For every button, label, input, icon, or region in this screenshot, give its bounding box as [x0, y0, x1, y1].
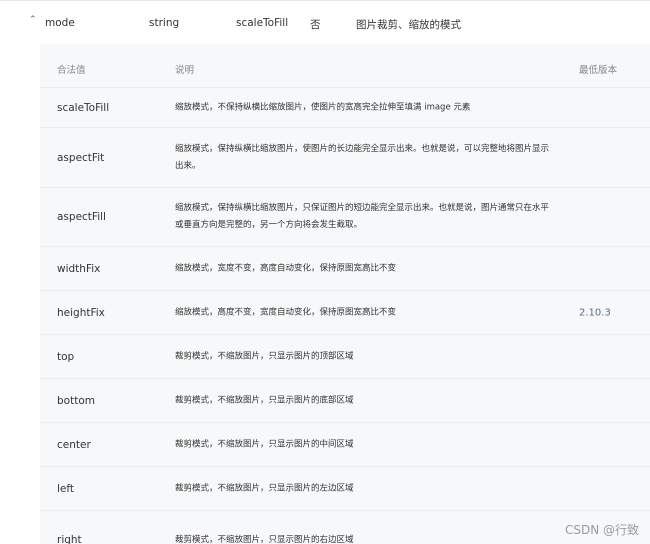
- row-value: left: [57, 482, 75, 495]
- row-description: 缩放模式，保持纵横比缩放图片，只保证图片的短边能完全显示出来。也就是说，图片通常…: [175, 203, 550, 230]
- property-required: 否: [310, 19, 321, 31]
- mode-values-table: 合法值 说明 最低版本 scaleToFill 缩放模式，不保持纵横比缩放图片，…: [40, 44, 650, 544]
- row-description: 缩放模式，不保持纵横比缩放图片，使图片的宽高完全拉伸至填满 image 元素: [175, 102, 471, 112]
- row-description: 裁剪模式，不缩放图片，只显示图片的左边区域: [175, 483, 354, 493]
- watermark: CSDN @行致: [564, 523, 639, 537]
- row-description: 裁剪模式，不缩放图片，只显示图片的底部区域: [175, 395, 354, 405]
- row-value: widthFix: [57, 262, 101, 275]
- property-row-mode[interactable]: ⌃ mode string scaleToFill 否 图片裁剪、缩放的模式: [0, 0, 650, 44]
- row-value: aspectFill: [57, 211, 106, 223]
- header-description: 说明: [175, 65, 195, 76]
- row-value: top: [57, 350, 75, 363]
- row-value: aspectFit: [57, 151, 105, 164]
- table-row: top 裁剪模式，不缩放图片，只显示图片的顶部区域: [40, 334, 650, 378]
- table-row: left 裁剪模式，不缩放图片，只显示图片的左边区域: [40, 466, 650, 510]
- property-description: 图片裁剪、缩放的模式: [356, 19, 461, 31]
- header-value: 合法值: [57, 65, 86, 76]
- table-row: right 裁剪模式，不缩放图片，只显示图片的右边区域: [40, 510, 650, 544]
- property-type: string: [149, 17, 180, 29]
- row-value: scaleToFill: [57, 101, 110, 114]
- table-row: heightFix 缩放模式，高度不变，宽度自动变化，保持原图宽高比不变 2.1…: [40, 290, 650, 334]
- row-description: 裁剪模式，不缩放图片，只显示图片的中间区域: [175, 439, 354, 449]
- property-default: scaleToFill: [236, 17, 289, 29]
- table-header: 合法值 说明 最低版本: [40, 44, 650, 87]
- chevron-up-icon[interactable]: ⌃: [29, 15, 37, 25]
- table-row: aspectFill 缩放模式，保持纵横比缩放图片，只保证图片的短边能完全显示出…: [40, 187, 650, 246]
- table-row: aspectFit 缩放模式，保持纵横比缩放图片，使图片的长边能完全显示出来。也…: [40, 127, 650, 187]
- property-name: mode: [45, 17, 75, 29]
- row-description: 裁剪模式，不缩放图片，只显示图片的顶部区域: [175, 351, 354, 361]
- table-row: scaleToFill 缩放模式，不保持纵横比缩放图片，使图片的宽高完全拉伸至填…: [40, 87, 650, 127]
- row-value: right: [57, 534, 82, 544]
- row-description: 缩放模式，保持纵横比缩放图片，使图片的长边能完全显示出来。也就是说，可以完整地将…: [175, 143, 550, 171]
- row-description: 缩放模式，宽度不变，高度自动变化，保持原图宽高比不变: [175, 263, 397, 273]
- row-value: center: [57, 438, 91, 451]
- row-value: bottom: [57, 394, 95, 407]
- table-row: bottom 裁剪模式，不缩放图片，只显示图片的底部区域: [40, 378, 650, 422]
- row-value: heightFix: [57, 306, 105, 319]
- row-description: 裁剪模式，不缩放图片，只显示图片的右边区域: [175, 535, 354, 544]
- row-version: 2.10.3: [579, 307, 611, 318]
- row-description: 缩放模式，高度不变，宽度自动变化，保持原图宽高比不变: [175, 307, 397, 317]
- header-min-version: 最低版本: [579, 65, 618, 76]
- table-row: center 裁剪模式，不缩放图片，只显示图片的中间区域: [40, 422, 650, 466]
- table-row: widthFix 缩放模式，宽度不变，高度自动变化，保持原图宽高比不变: [40, 246, 650, 290]
